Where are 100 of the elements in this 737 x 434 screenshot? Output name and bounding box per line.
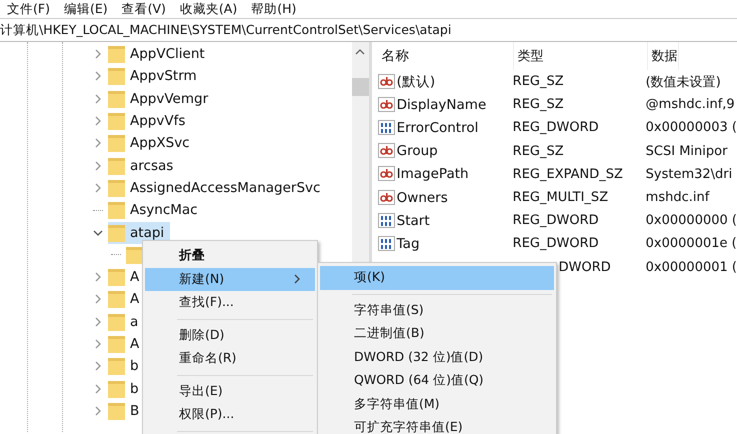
binary-value-icon	[378, 120, 395, 136]
tree-item[interactable]: A	[130, 269, 140, 286]
folder-icon	[108, 67, 125, 86]
folder-icon	[108, 402, 125, 420]
tree-item[interactable]: AppvVfs	[130, 113, 186, 130]
folder-icon	[108, 134, 125, 152]
chevron-right-icon[interactable]	[93, 160, 103, 171]
menu-item[interactable]: 二进制值(B)	[320, 322, 554, 346]
scrollbar-thumb[interactable]	[352, 78, 369, 96]
string-value-icon	[378, 74, 395, 90]
string-value-icon	[378, 96, 395, 113]
value-name[interactable]: DisplayName	[396, 96, 486, 113]
value-type: REG_DWORD	[512, 236, 599, 252]
menu-item[interactable]: 重命名(R)	[145, 347, 315, 370]
menu-item[interactable]: QWORD (64 位)值(Q)	[320, 369, 554, 392]
value-name[interactable]: Group	[396, 143, 438, 160]
binary-value-icon	[378, 212, 395, 229]
folder-icon	[108, 90, 125, 108]
chevron-right-icon[interactable]	[93, 384, 103, 394]
string-value-icon	[378, 166, 395, 182]
tree-item[interactable]: a	[130, 314, 138, 330]
value-type: REG_DWORD	[512, 213, 599, 228]
value-name[interactable]: ImagePath	[396, 166, 469, 182]
value-data: @mshdc.inf,9	[646, 97, 735, 112]
value-type: REG_SZ	[512, 74, 564, 90]
folder-icon	[108, 201, 125, 220]
tree-item[interactable]: AppVClient	[130, 46, 205, 62]
string-value-icon	[378, 143, 395, 160]
folder-icon	[108, 45, 125, 64]
tree-item[interactable]: AppvVemgr	[130, 90, 208, 107]
chevron-right-icon[interactable]	[93, 94, 103, 104]
value-data: 0x0000001e (	[646, 236, 737, 252]
tree-item[interactable]: b	[130, 358, 139, 374]
value-name[interactable]: ErrorControl	[396, 120, 478, 136]
value-type: REG_MULTI_SZ	[512, 190, 608, 206]
chevron-right-icon[interactable]	[93, 272, 103, 282]
tree-item[interactable]: AssignedAccessManagerSvc	[130, 180, 320, 196]
tree-item[interactable]: B	[130, 402, 140, 419]
folder-icon	[108, 156, 125, 175]
chevron-right-icon[interactable]	[93, 361, 103, 372]
value-type: REG_DWORD	[512, 120, 599, 136]
chevron-right-icon[interactable]	[93, 116, 103, 126]
menu-bar-item[interactable]: 文件(F)	[2, 0, 55, 18]
menu-bar-item[interactable]: 查看(V)	[116, 0, 171, 18]
value-type: REG_SZ	[512, 97, 564, 112]
column-header[interactable]: 类型	[514, 42, 648, 70]
menu-bar-item[interactable]: 收藏夹(A)	[174, 0, 242, 18]
value-data: 0x00000000 (	[646, 213, 737, 228]
folder-icon	[108, 290, 125, 308]
chevron-right-icon[interactable]	[93, 316, 103, 327]
folder-icon	[108, 268, 125, 286]
tree-item[interactable]: AppvStrm	[130, 68, 197, 84]
address-bar[interactable]: 计算机\HKEY_LOCAL_MACHINE\SYSTEM\CurrentControlSet\Services\atapi	[0, 18, 737, 42]
value-data: 0x00000001 (	[646, 260, 737, 275]
column-header[interactable]: 名称	[378, 42, 514, 70]
menu-item[interactable]: 查找(F)...	[145, 291, 315, 314]
value-name[interactable]: Start	[396, 212, 430, 229]
chevron-right-icon[interactable]	[93, 138, 103, 148]
chevron-right-icon[interactable]	[93, 294, 103, 304]
folder-icon	[108, 335, 125, 353]
menu-item[interactable]: 可扩充字符串值(E)	[320, 416, 554, 434]
value-name[interactable]: (默认)	[396, 72, 436, 91]
tree-item[interactable]: AppXSvc	[130, 135, 190, 152]
scroll-up-icon[interactable]	[355, 48, 366, 56]
value-type: REG_SZ	[512, 144, 564, 159]
chevron-right-icon[interactable]	[93, 182, 103, 193]
column-header[interactable]: 数据	[648, 42, 679, 70]
menu-item[interactable]: 项(K)	[320, 266, 554, 290]
folder-icon	[108, 178, 125, 197]
menu-item[interactable]: 删除(D)	[145, 324, 315, 347]
folder-icon	[126, 246, 143, 264]
menu-item[interactable]: 多字符串值(M)	[320, 392, 554, 416]
value-data: (数值未设置)	[646, 74, 721, 91]
tree-item[interactable]: A	[130, 291, 140, 308]
menu-item[interactable]: 字符串值(S)	[320, 298, 554, 322]
value-data: SCSI Minipor	[646, 144, 728, 159]
menu-item[interactable]: 权限(P)...	[145, 403, 315, 426]
chevron-right-icon[interactable]	[93, 339, 103, 349]
value-type: DWORD	[558, 260, 611, 275]
tree-item[interactable]: b	[130, 380, 139, 397]
folder-icon	[108, 357, 125, 376]
value-type: REG_EXPAND_SZ	[512, 166, 623, 182]
menu-bar-item[interactable]: 编辑(E)	[58, 0, 113, 18]
menu-item[interactable]: 新建(N)	[145, 268, 315, 291]
chevron-right-icon[interactable]	[93, 49, 103, 60]
tree-item[interactable]: arcsas	[130, 158, 174, 174]
folder-icon	[108, 380, 125, 398]
menu-item[interactable]: DWORD (32 位)值(D)	[320, 346, 554, 369]
chevron-down-icon[interactable]	[93, 228, 103, 238]
menu-item[interactable]: 导出(E)	[145, 380, 315, 403]
menu-item[interactable]: 折叠	[145, 244, 315, 268]
value-name[interactable]: Tag	[396, 236, 420, 252]
value-name[interactable]: Owners	[396, 190, 448, 206]
tree-item[interactable]: AsyncMac	[130, 202, 198, 218]
folder-icon	[108, 312, 125, 331]
chevron-right-icon[interactable]	[93, 406, 103, 416]
chevron-right-icon[interactable]	[93, 71, 103, 82]
tree-item[interactable]: A	[130, 336, 140, 352]
value-data: System32\dri	[646, 166, 732, 182]
menu-bar-item[interactable]: 帮助(H)	[246, 0, 302, 18]
